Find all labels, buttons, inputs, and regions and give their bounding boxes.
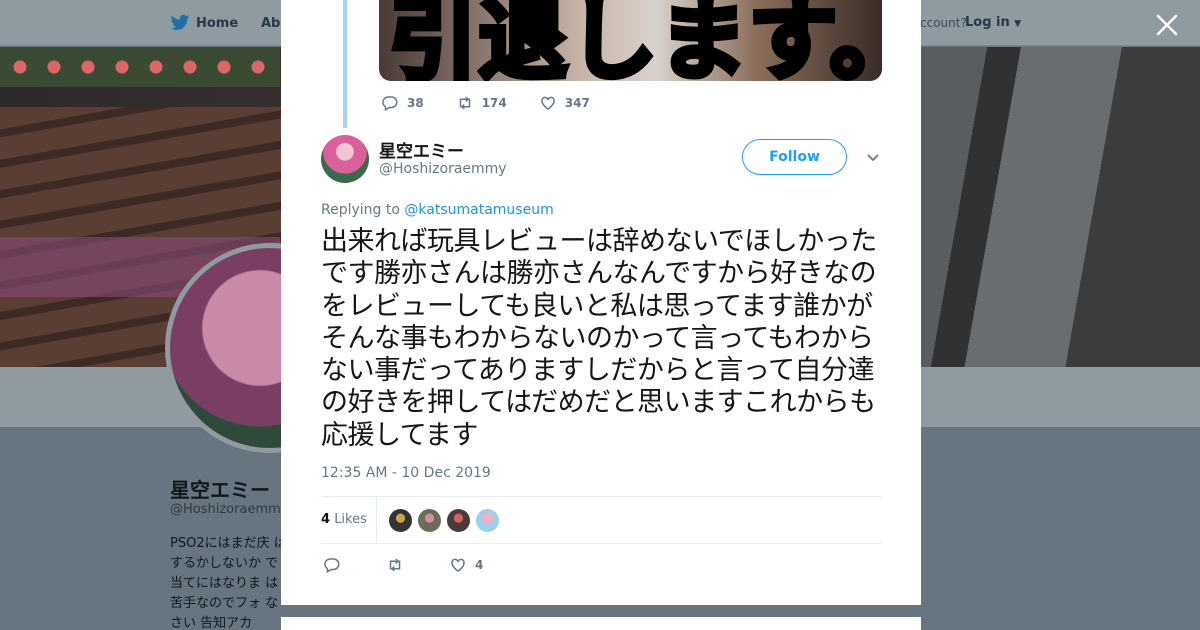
previous-like-count: 347 xyxy=(564,96,590,110)
next-modal-card xyxy=(281,617,921,630)
previous-retweet-count: 174 xyxy=(481,96,507,110)
replying-to-link[interactable]: @katsumatamuseum xyxy=(404,202,553,218)
tweet-stats: 4 Likes xyxy=(321,496,882,544)
previous-tweet-image-text: 引退します。 xyxy=(386,0,882,81)
reply-icon xyxy=(324,558,340,574)
retweet-icon xyxy=(389,558,401,572)
author-handle[interactable]: @Hoshizoraemmy xyxy=(379,161,507,177)
likes-label: Likes xyxy=(334,512,367,527)
previous-retweet-button[interactable]: 174 xyxy=(456,94,507,112)
previous-tweet-actions: 38 174 347 xyxy=(381,94,622,112)
thread-connector xyxy=(343,0,347,128)
previous-reply-count: 38 xyxy=(407,96,424,110)
reply-button[interactable] xyxy=(323,556,341,574)
likes-number: 4 xyxy=(321,512,331,527)
chevron-down-icon[interactable] xyxy=(865,150,881,166)
tweet-modal: 引退します。 38 174 347 星空エミー @Hoshizoraemmy F… xyxy=(281,0,921,605)
heart-icon xyxy=(451,558,465,572)
close-button[interactable] xyxy=(1154,12,1180,38)
previous-reply-button[interactable]: 38 xyxy=(381,94,424,112)
liker-avatar[interactable] xyxy=(388,508,413,533)
liker-avatar[interactable] xyxy=(417,508,442,533)
author-avatar[interactable] xyxy=(321,135,369,183)
previous-like-button[interactable]: 347 xyxy=(539,94,590,112)
like-button[interactable]: 4 xyxy=(449,556,483,574)
liker-avatar[interactable] xyxy=(475,508,500,533)
heart-icon xyxy=(541,96,555,110)
like-count: 4 xyxy=(475,558,484,572)
retweet-icon xyxy=(459,96,470,110)
liker-avatar[interactable] xyxy=(446,508,471,533)
author-name[interactable]: 星空エミー xyxy=(379,137,464,162)
follow-button[interactable]: Follow xyxy=(742,139,847,175)
tweet-timestamp[interactable]: 12:35 AM - 10 Dec 2019 xyxy=(321,465,491,481)
likers-avatars xyxy=(388,508,500,533)
close-icon xyxy=(1156,14,1178,36)
stats-divider xyxy=(376,497,377,544)
replying-to: Replying to @katsumatamuseum xyxy=(321,202,554,218)
replying-prefix: Replying to xyxy=(321,202,400,218)
previous-tweet-image[interactable]: 引退します。 xyxy=(379,0,882,81)
retweet-button[interactable] xyxy=(386,556,404,574)
tweet-actions: 4 xyxy=(323,556,528,574)
reply-icon xyxy=(382,96,398,112)
tweet-text: 出来れば玩具レビューは辞めないでほしかったです勝亦さんは勝亦さんなんですから好き… xyxy=(321,226,877,451)
likes-count-link[interactable]: 4 Likes xyxy=(321,512,367,527)
